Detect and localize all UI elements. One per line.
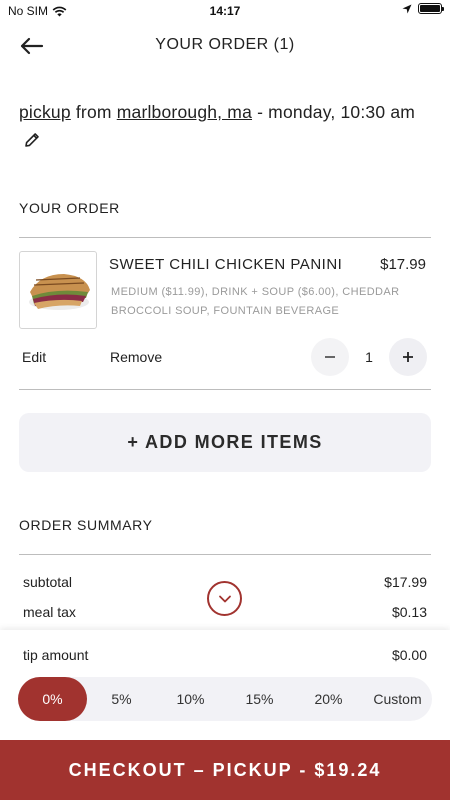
pencil-icon — [25, 133, 39, 147]
remove-item-button[interactable]: Remove — [110, 349, 162, 365]
subtotal-value: $17.99 — [384, 574, 427, 590]
subtotal-label: subtotal — [23, 574, 73, 590]
your-order-heading: YOUR ORDER — [19, 200, 120, 216]
battery-icon — [418, 3, 444, 14]
meal-tax-value: $0.13 — [391, 604, 427, 620]
header: YOUR ORDER (1) — [0, 22, 450, 70]
item-quantity: 1 — [365, 349, 373, 365]
tip-option-custom[interactable]: Custom — [363, 677, 432, 721]
panini-image — [29, 274, 90, 310]
tip-option-0[interactable]: 0% — [18, 677, 87, 721]
item-details: MEDIUM ($11.99), DRINK + SOUP ($6.00), C… — [111, 286, 400, 317]
item-name: SWEET CHILI CHICKEN PANINI — [109, 256, 343, 273]
status-bar: No SIM 14:17 — [0, 0, 450, 22]
tip-amount-label: tip amount — [23, 647, 89, 663]
add-more-items-button[interactable]: + ADD MORE ITEMS — [19, 413, 431, 472]
divider — [19, 554, 431, 555]
item-price: $17.99 — [380, 256, 426, 273]
pickup-from-text: from — [70, 102, 117, 122]
tip-amount-value: $0.00 — [391, 647, 427, 663]
pickup-mode-link[interactable]: pickup — [19, 102, 71, 122]
order-summary-heading: ORDER SUMMARY — [19, 517, 153, 533]
increase-quantity-button[interactable] — [389, 338, 427, 376]
tip-option-5[interactable]: 5% — [87, 677, 156, 721]
status-time: 14:17 — [209, 4, 241, 18]
expand-summary-button[interactable] — [207, 581, 242, 616]
item-image — [19, 251, 97, 329]
tip-option-15[interactable]: 15% — [225, 677, 294, 721]
divider — [19, 389, 431, 390]
status-right-group — [402, 3, 444, 14]
meal-tax-label: meal tax — [23, 604, 76, 620]
tip-option-10[interactable]: 10% — [156, 677, 225, 721]
checkout-button[interactable]: CHECKOUT – PICKUP - $19.24 — [0, 740, 450, 800]
pickup-datetime-text: - monday, 10:30 am — [252, 102, 416, 122]
tip-options: 0% 5% 10% 15% 20% Custom — [18, 677, 432, 721]
chevron-down-icon — [218, 595, 231, 602]
divider — [19, 237, 431, 238]
pickup-location-link[interactable]: marlborough, ma — [117, 102, 252, 122]
plus-icon — [403, 352, 413, 362]
page-title: YOUR ORDER (1) — [155, 36, 295, 53]
minus-icon — [325, 356, 335, 358]
pickup-summary: pickup from marlborough, ma - monday, 10… — [19, 98, 419, 154]
decrease-quantity-button[interactable] — [311, 338, 349, 376]
location-arrow-icon — [402, 4, 412, 13]
edit-item-button[interactable]: Edit — [22, 349, 46, 365]
tip-option-20[interactable]: 20% — [294, 677, 363, 721]
edit-pickup-button[interactable] — [23, 129, 41, 147]
